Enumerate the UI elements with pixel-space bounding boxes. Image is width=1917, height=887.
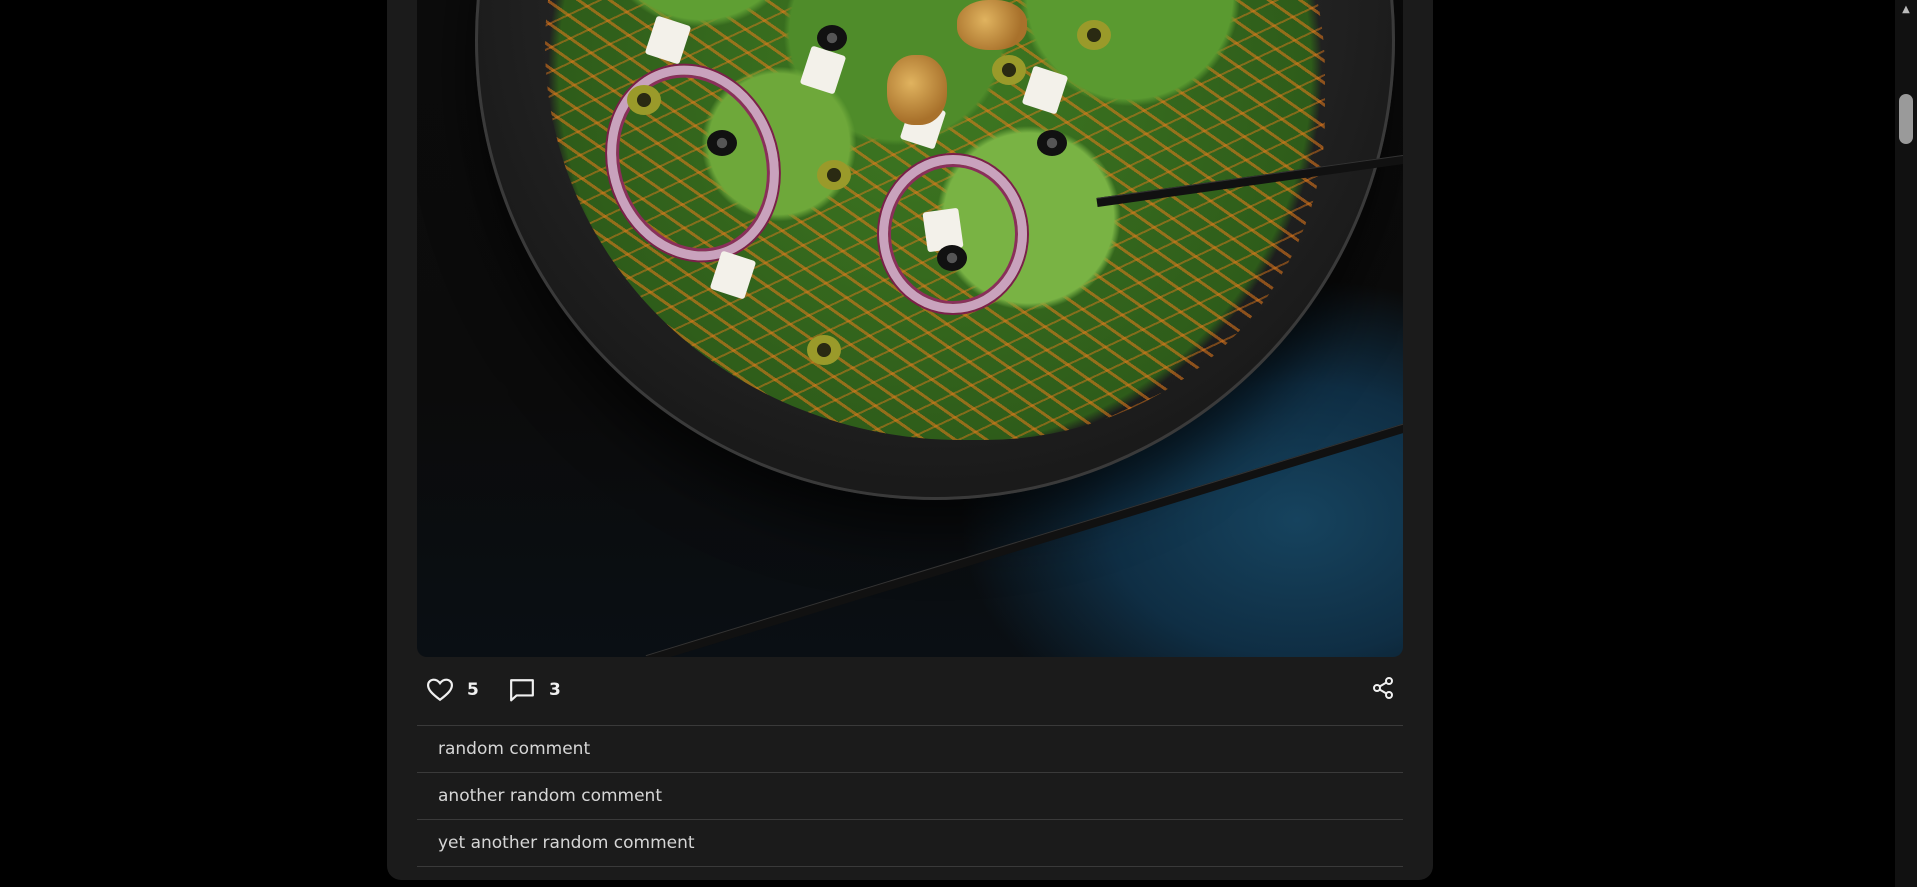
black-olive-graphic bbox=[817, 25, 847, 51]
share-button[interactable] bbox=[1371, 657, 1395, 723]
like-count: 5 bbox=[467, 680, 479, 700]
comment-icon[interactable] bbox=[509, 678, 535, 702]
post-card: 5 3 random comment another random commen… bbox=[387, 0, 1433, 880]
arrow-up-icon[interactable]: ▲ bbox=[1895, 4, 1917, 15]
comment-button[interactable]: 3 bbox=[509, 657, 561, 723]
comment-count: 3 bbox=[549, 680, 561, 700]
walnut-graphic bbox=[887, 55, 947, 125]
olive-graphic bbox=[807, 335, 841, 365]
olive-graphic bbox=[817, 160, 851, 190]
comment-list: random comment another random comment ye… bbox=[417, 725, 1403, 867]
black-olive-graphic bbox=[937, 245, 967, 271]
share-icon[interactable] bbox=[1371, 676, 1395, 704]
like-button[interactable]: 5 bbox=[427, 657, 479, 723]
scrollbar-thumb[interactable] bbox=[1899, 94, 1913, 144]
comment-item: yet another random comment bbox=[417, 819, 1403, 867]
post-actions: 5 3 bbox=[417, 657, 1403, 723]
comment-item: another random comment bbox=[417, 772, 1403, 819]
olive-graphic bbox=[992, 55, 1026, 85]
post-image[interactable] bbox=[417, 0, 1403, 657]
scrollbar[interactable]: ▲ bbox=[1895, 0, 1917, 887]
black-olive-graphic bbox=[1037, 130, 1067, 156]
black-olive-graphic bbox=[707, 130, 737, 156]
walnut-graphic bbox=[957, 0, 1027, 50]
olive-graphic bbox=[1077, 20, 1111, 50]
heart-icon[interactable] bbox=[427, 678, 453, 702]
olive-graphic bbox=[627, 85, 661, 115]
comment-item: random comment bbox=[417, 725, 1403, 772]
